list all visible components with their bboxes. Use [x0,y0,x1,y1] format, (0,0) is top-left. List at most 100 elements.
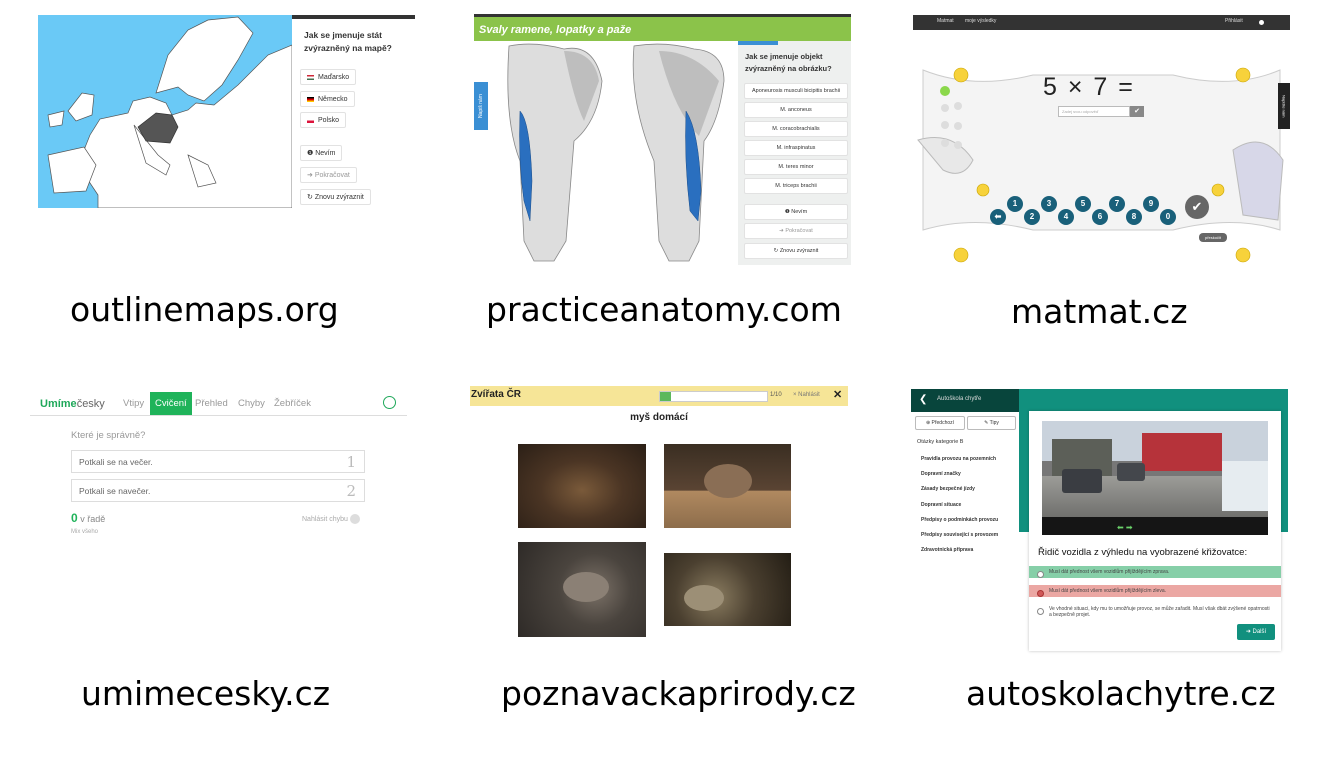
user-avatar-icon[interactable] [383,396,396,409]
user-icon[interactable] [1259,20,1264,25]
question-photo: ⬅ ➡ [1042,421,1268,535]
key-9[interactable]: 9 [1143,196,1159,212]
button-label: Pokračovat [785,228,813,234]
tab-cviceni[interactable]: Cvičení [150,392,192,416]
check-button[interactable]: ✔ [1185,195,1209,219]
arrow-right-icon: ➜ [307,172,315,179]
button-label: Pokračovat [314,171,350,179]
sidebar-title: Autoškola chytře [937,396,982,402]
dont-know-button[interactable]: ❶ Nevím [300,145,343,161]
button-label: Nevím [315,149,336,157]
button-label: Další [1252,629,1267,635]
dont-know-button[interactable]: ❶ Nevím [744,204,848,220]
arrow-indicator-icon: ⬅ ➡ [1117,523,1133,532]
close-icon[interactable]: ✕ [833,388,842,401]
next-button[interactable]: ➜ Další [1237,624,1275,640]
button-label: Předchozí [931,420,955,426]
report-error-link[interactable]: Nahlásit chybu [302,514,360,524]
answer-option-3[interactable]: Ve vhodné situaci, kdy mu to umožňuje pr… [1029,603,1281,621]
sidebar-item[interactable]: Dopravní značky [921,471,961,477]
sidebar-item[interactable]: Zdravotnická příprava [921,547,973,553]
key-1[interactable]: 1 [1007,196,1023,212]
answer-input[interactable]: Zadej svou odpověď [1058,106,1130,117]
back-key[interactable]: ⬅ [990,209,1006,225]
key-4[interactable]: 4 [1058,209,1074,225]
button-label: Tipy [989,420,999,426]
answer-option-1[interactable]: Aponeurosis musculi bicipitis brachii [744,83,848,99]
question-text: Jak se jmenuje objekt zvýrazněný na obrá… [745,52,832,73]
key-2[interactable]: 2 [1024,209,1040,225]
europe-map[interactable] [38,15,292,208]
anatomy-figure[interactable] [494,41,738,265]
sidebar-item[interactable]: Pravidla provozu na pozemních [921,456,996,462]
sidebar-item[interactable]: Předpisy o podmínkách provozu [921,517,998,523]
answer-option-3[interactable]: Polsko [300,112,347,128]
report-link[interactable]: × Nahlásit [793,392,820,398]
rehighlight-button[interactable]: ↻ Znovu zvýraznit [300,189,371,205]
animal-photo-2[interactable] [664,444,791,528]
sidebar-item[interactable]: Předpisy související s provozem [921,532,998,538]
arrow-left-icon: ⬅ [994,212,1002,221]
radio-icon [1037,571,1044,578]
sidebar-header: ❮ Autoškola chytře [911,389,1019,412]
animal-photo-3[interactable] [518,542,646,637]
answer-option-2[interactable]: Německo [300,91,355,107]
key-0[interactable]: 0 [1160,209,1176,225]
option-label: Polsko [318,116,340,124]
answer-option-5[interactable]: M. teres minor [744,159,848,175]
radio-icon [1037,590,1044,597]
rehighlight-button[interactable]: ↻ Znovu zvýraznit [744,243,848,259]
key-5[interactable]: 5 [1075,196,1091,212]
quiz-title: Zvířata ČR [471,389,522,400]
key-7[interactable]: 7 [1109,196,1125,212]
button-label: Znovu zvýraznit [779,248,819,254]
nav-results[interactable]: moje výsledky [965,18,996,24]
feedback-tab[interactable]: Napiš nám [474,82,488,130]
poznavackaprirody-screenshot: Zvířata ČR 1/10 × Nahlásit ✕ myš domácí [470,386,848,642]
answer-option-6[interactable]: M. triceps brachii [744,178,848,194]
continue-button[interactable]: ➜ Pokračovat [300,167,357,183]
answer-option-1[interactable]: Maďarsko [300,69,357,85]
answer-option-2[interactable]: M. anconeus [744,102,848,118]
animal-photo-1[interactable] [518,444,646,528]
logo-part-2: česky [76,398,105,410]
tab-vtipy[interactable]: Vtipy [123,398,144,409]
question-text: Které je správně? [71,430,146,441]
option-label: Německo [318,95,348,103]
answer-option-1[interactable]: Potkali se na večer. 1 [71,450,365,473]
skip-button[interactable]: přeskočit [1199,233,1227,242]
sidebar-item[interactable]: Zásady bezpečné jízdy [921,486,975,492]
nav-home[interactable]: Matmat [937,18,954,24]
previous-button[interactable]: ⊕ Předchozí [915,416,965,430]
header-bar: Zvířata ČR 1/10 × Nahlásit ✕ [470,386,848,406]
answer-option-2[interactable]: Musí dát přednost všem vozidlům přijíždě… [1029,585,1281,597]
animal-photo-4[interactable] [664,553,791,626]
tab-chyby[interactable]: Chyby [238,398,265,409]
tab-zebricek[interactable]: Žebříček [274,398,311,409]
answer-text: Potkali se navečer. [79,486,151,496]
key-8[interactable]: 8 [1126,209,1142,225]
caption-matmat: matmat.cz [1011,292,1188,331]
streak-count: 0 [71,511,78,525]
tab-prehled[interactable]: Přehled [195,398,228,409]
tips-button[interactable]: ✎ Tipy [967,416,1016,430]
sidebar-item[interactable]: Dopravní situace [921,502,961,508]
answer-option-4[interactable]: M. infraspinatus [744,140,848,156]
nav-login[interactable]: Přihlásit [1225,18,1243,24]
flag-icon [307,96,314,102]
key-6[interactable]: 6 [1092,209,1108,225]
header-bar: Svaly ramene, lopatky a paže [474,14,851,41]
accent-bar [738,41,778,45]
feedback-tab[interactable]: Napište nám [1278,83,1290,129]
chevron-left-icon[interactable]: ❮ [919,394,927,405]
answer-option-3[interactable]: M. coracobrachialis [744,121,848,137]
answer-number: 1 [346,453,356,471]
answer-option-1[interactable]: Musí dát přednost všem vozidlům přijíždě… [1029,566,1281,578]
continue-button[interactable]: ➜ Pokračovat [744,223,848,239]
umimecesky-screenshot: Umímečesky Vtipy Cvičení Přehled Chyby Ž… [30,390,407,550]
key-3[interactable]: 3 [1041,196,1057,212]
answer-option-2[interactable]: Potkali se navečer. 2 [71,479,365,502]
answer-text: Potkali se na večer. [79,457,153,467]
submit-button[interactable]: ✔ [1130,106,1144,117]
site-logo[interactable]: Umímečesky [40,398,105,410]
